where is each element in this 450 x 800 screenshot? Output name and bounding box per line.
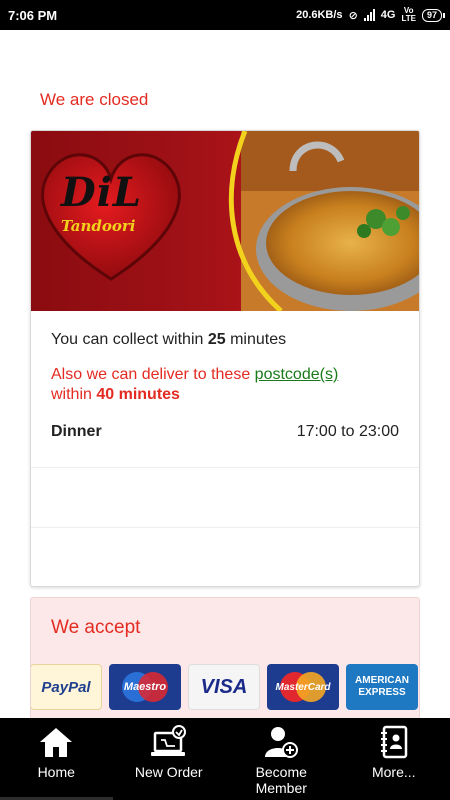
network-speed: 20.6KB/s (296, 9, 343, 21)
postcodes-link[interactable]: postcode(s) (255, 366, 339, 383)
restaurant-card: DiL Tandoori You can collect within 25 m… (30, 130, 420, 587)
mastercard-logo: MasterCard (267, 664, 339, 710)
battery-level: 97 (426, 9, 437, 20)
divider (31, 527, 419, 528)
paypal-logo: PayPal (31, 664, 102, 710)
alarm-off-icon: ⊘ (348, 9, 358, 22)
nav-home-label: Home (37, 764, 75, 780)
restaurant-banner: DiL Tandoori (31, 131, 419, 311)
maestro-logo: Maestro (109, 664, 181, 710)
store-status: We are closed (40, 90, 149, 109)
hours-label: Dinner (51, 423, 102, 440)
add-user-icon (261, 724, 301, 760)
amex-logo: AMERICAN EXPRESS (346, 664, 418, 710)
logo-text: DiL (61, 169, 143, 216)
contact-book-icon (374, 724, 414, 760)
payment-methods-title: We accept (51, 617, 141, 638)
divider (31, 467, 419, 468)
nav-more-label: More... (371, 764, 416, 780)
nav-become-member[interactable]: Become Member (225, 718, 338, 800)
logo-subtitle: Tandoori (61, 217, 136, 235)
nav-new-order-label: New Order (134, 764, 203, 780)
collection-time: You can collect within 25 minutes (51, 331, 287, 348)
status-icons: 20.6KB/s ⊘ 4G Vo LTE 97 (296, 6, 446, 23)
battery-icon: 97 (421, 8, 446, 22)
nav-more[interactable]: More... (338, 718, 450, 800)
nav-new-order[interactable]: New Order (113, 718, 226, 800)
network-type: 4G (380, 9, 396, 21)
visa-logo: VISA (188, 664, 260, 710)
bottom-navigation: Home New Order Become Member More... (0, 718, 450, 800)
status-bar: 7:06 PM 20.6KB/s ⊘ 4G Vo LTE 97 (0, 0, 450, 30)
home-icon (36, 724, 76, 760)
nav-become-member-label: Become Member (255, 764, 307, 796)
laptop-order-icon (149, 724, 189, 760)
restaurant-info: You can collect within 25 minutes Also w… (31, 311, 419, 441)
payment-methods-panel: We accept PayPal Maestro VISA MasterCard… (30, 597, 420, 727)
delivery-info: Also we can deliver to these postcode(s)… (51, 366, 339, 403)
status-time: 7:06 PM (8, 7, 58, 23)
nav-home[interactable]: Home (0, 718, 113, 800)
opening-hours-row: Dinner 17:00 to 23:00 (51, 423, 399, 441)
hours-value: 17:00 to 23:00 (296, 423, 399, 440)
volte-icon: Vo LTE (401, 6, 416, 23)
signal-icon (363, 9, 375, 21)
